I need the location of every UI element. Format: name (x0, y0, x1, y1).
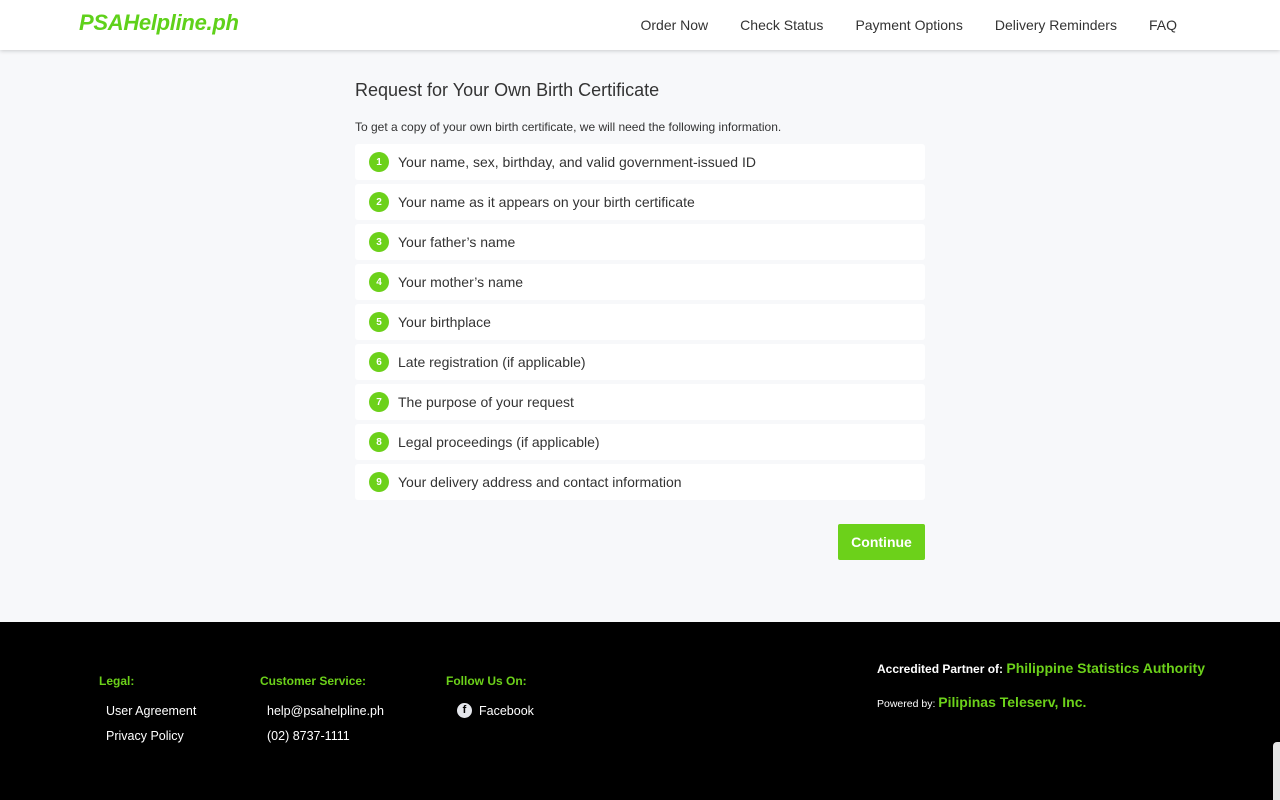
list-item-label: Late registration (if applicable) (398, 354, 586, 370)
footer-customer-service-heading: Customer Service: (260, 674, 367, 688)
top-navbar: PSAHelpline.ph Order Now Check Status Pa… (0, 0, 1280, 50)
nav-faq[interactable]: FAQ (1149, 17, 1177, 33)
page-title: Request for Your Own Birth Certificate (355, 80, 660, 100)
side-widget-tab[interactable] (1273, 742, 1280, 800)
facebook-link[interactable]: Facebook (479, 704, 534, 718)
step-number-badge: 6 (369, 352, 389, 372)
list-item-label: The purpose of your request (398, 394, 574, 410)
list-item-label: Your delivery address and contact inform… (398, 474, 682, 490)
footer-customer-service: Customer Service: help@psahelpline.ph (0… (260, 674, 384, 754)
main-nav: Order Now Check Status Payment Options D… (608, 0, 1280, 50)
step-number-badge: 1 (369, 152, 389, 172)
list-item-label: Your mother’s name (398, 274, 524, 290)
list-item: 7 The purpose of your request (355, 384, 925, 420)
facebook-icon: f (457, 703, 472, 718)
list-item-label: Legal proceedings (if applicable) (398, 434, 600, 450)
nav-order-now[interactable]: Order Now (640, 17, 708, 33)
list-item: 4 Your mother’s name (355, 264, 925, 300)
step-number-badge: 2 (369, 192, 389, 212)
support-phone-link[interactable]: (02) 8737-1111 (267, 729, 384, 744)
accredited-prefix: Accredited Partner of: (877, 662, 1004, 676)
support-email-link[interactable]: help@psahelpline.ph (267, 704, 384, 719)
list-item: 2 Your name as it appears on your birth c… (355, 184, 925, 220)
privacy-policy-link[interactable]: Privacy Policy (106, 729, 196, 744)
list-item: 8 Legal proceedings (if applicable) (355, 424, 925, 460)
psa-link[interactable]: Philippine Statistics Authority (1006, 660, 1205, 676)
accredited-partner-line: Accredited Partner of: Philippine Statis… (877, 660, 1205, 678)
main-content: Request for Your Own Birth Certificate T… (355, 80, 925, 560)
list-item: 3 Your father’s name (355, 224, 925, 260)
list-item: 1 Your name, sex, birthday, and valid gov… (355, 144, 925, 180)
action-row: Continue (355, 524, 925, 560)
list-item-label: Your birthplace (398, 314, 491, 330)
intro-text: To get a copy of your own birth certific… (355, 120, 782, 134)
site-footer: Legal: User Agreement Privacy Policy Cus… (0, 622, 1280, 800)
pilipinas-teleserv-link[interactable]: Pilipinas Teleserv, Inc. (938, 694, 1086, 710)
nav-delivery-reminders[interactable]: Delivery Reminders (995, 17, 1117, 33)
step-number-badge: 8 (369, 432, 389, 452)
step-number-badge: 7 (369, 392, 389, 412)
footer-partner: Accredited Partner of: Philippine Statis… (877, 660, 1205, 710)
site-logo[interactable]: PSAHelpline.ph (79, 10, 239, 36)
facebook-link-row[interactable]: f Facebook (457, 703, 534, 718)
step-number-badge: 5 (369, 312, 389, 332)
list-item-label: Your name, sex, birthday, and valid gove… (398, 154, 756, 170)
list-item: 5 Your birthplace (355, 304, 925, 340)
list-item: 9 Your delivery address and contact infor… (355, 464, 925, 500)
requirements-list: 1 Your name, sex, birthday, and valid gov… (355, 144, 925, 500)
powered-by-prefix: Powered by: (877, 698, 936, 710)
footer-follow: Follow Us On: f Facebook (446, 674, 534, 718)
footer-follow-heading: Follow Us On: (446, 674, 527, 688)
powered-by-line: Powered by: Pilipinas Teleserv, Inc. (877, 694, 1205, 710)
step-number-badge: 3 (369, 232, 389, 252)
list-item-label: Your name as it appears on your birth ce… (398, 194, 695, 210)
user-agreement-link[interactable]: User Agreement (106, 704, 196, 719)
nav-payment-options[interactable]: Payment Options (855, 17, 962, 33)
footer-legal-heading: Legal: (99, 674, 135, 688)
step-number-badge: 9 (369, 472, 389, 492)
continue-button[interactable]: Continue (838, 524, 925, 560)
footer-legal: Legal: User Agreement Privacy Policy (99, 674, 196, 754)
list-item: 6 Late registration (if applicable) (355, 344, 925, 380)
nav-check-status[interactable]: Check Status (740, 17, 823, 33)
list-item-label: Your father’s name (398, 234, 516, 250)
step-number-badge: 4 (369, 272, 389, 292)
